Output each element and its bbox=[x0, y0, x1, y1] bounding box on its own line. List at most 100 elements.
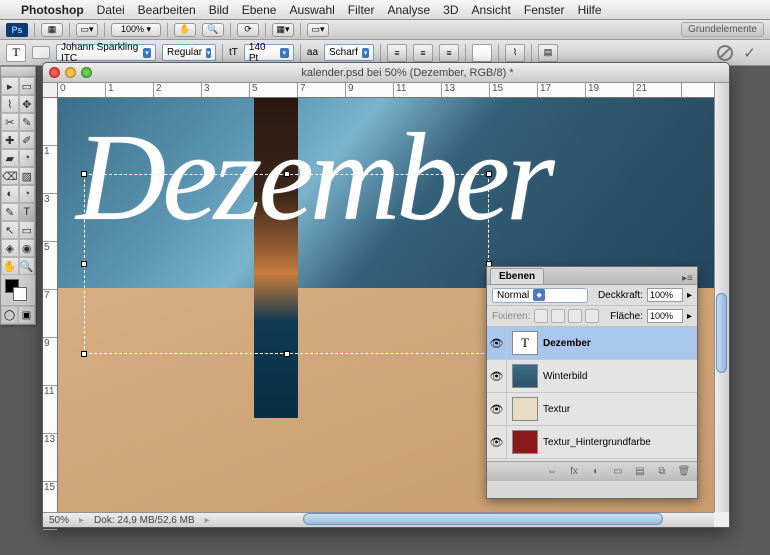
visibility-toggle-icon[interactable]: 👁 bbox=[487, 393, 507, 426]
menu-3d[interactable]: 3D bbox=[443, 3, 458, 17]
menu-auswahl[interactable]: Auswahl bbox=[289, 3, 334, 17]
fx-icon[interactable]: fx bbox=[567, 466, 581, 477]
new-layer-icon[interactable]: ⧉ bbox=[655, 466, 669, 477]
eyedropper-tool[interactable]: ✎ bbox=[19, 113, 35, 131]
lock-position-button[interactable] bbox=[568, 309, 582, 323]
vertical-scroll-thumb[interactable] bbox=[716, 293, 727, 373]
lock-transparency-button[interactable] bbox=[534, 309, 548, 323]
blur-tool[interactable]: ◐ bbox=[1, 185, 19, 203]
link-layers-icon[interactable]: ⇔ bbox=[545, 466, 559, 477]
visibility-toggle-icon[interactable]: 👁 bbox=[487, 426, 507, 459]
eraser-tool[interactable]: ⌫ bbox=[1, 167, 19, 185]
tools-panel-grip[interactable] bbox=[1, 67, 35, 77]
menu-bearbeiten[interactable]: Bearbeiten bbox=[138, 3, 196, 17]
visibility-toggle-icon[interactable]: 👁 bbox=[487, 360, 507, 393]
app-name[interactable]: Photoshop bbox=[21, 3, 84, 17]
marquee-tool[interactable]: ▭ bbox=[19, 77, 35, 95]
character-panel-button[interactable]: ▤ bbox=[538, 44, 558, 62]
transform-bounding-box[interactable] bbox=[84, 174, 489, 354]
cancel-edits-icon[interactable] bbox=[717, 45, 733, 61]
horizontal-scrollbar[interactable] bbox=[303, 513, 663, 525]
lock-pixels-button[interactable] bbox=[551, 309, 565, 323]
minimize-window-button[interactable] bbox=[65, 67, 76, 78]
rotate-view-button[interactable]: ⟳ bbox=[237, 23, 259, 37]
menu-hilfe[interactable]: Hilfe bbox=[578, 3, 602, 17]
zoom-level-select[interactable]: 100% ▾ bbox=[111, 23, 161, 37]
crop-tool[interactable]: ✂ bbox=[1, 113, 19, 131]
menu-analyse[interactable]: Analyse bbox=[387, 3, 430, 17]
layer-thumb[interactable] bbox=[512, 430, 538, 454]
vertical-ruler[interactable]: 13579111315 bbox=[43, 98, 58, 512]
zoom-tool-button[interactable]: 🔍 bbox=[202, 23, 224, 37]
antialias-select[interactable]: Scharf▾ bbox=[324, 44, 374, 61]
type-tool[interactable]: T bbox=[19, 203, 35, 221]
layer-thumb[interactable]: T bbox=[512, 331, 538, 355]
align-center-button[interactable]: ≡ bbox=[413, 44, 433, 62]
launch-bridge-button[interactable]: ▦ bbox=[41, 23, 63, 37]
lasso-tool[interactable]: ⌇ bbox=[1, 95, 19, 113]
delete-layer-icon[interactable]: 🗑 bbox=[677, 466, 691, 477]
dodge-tool[interactable]: ◔ bbox=[19, 185, 35, 203]
color-swatches[interactable] bbox=[1, 275, 35, 305]
layer-row[interactable]: 👁 T Dezember bbox=[487, 327, 697, 360]
text-orientation-button[interactable] bbox=[32, 46, 50, 59]
font-family-select[interactable]: Johann Sparkling ITC▾ bbox=[56, 44, 156, 61]
fill-input[interactable]: 100% bbox=[647, 309, 683, 323]
layer-name[interactable]: Textur_Hintergrundfarbe bbox=[543, 437, 651, 448]
layer-row[interactable]: 👁 Winterbild bbox=[487, 360, 697, 393]
tab-ebenen[interactable]: Ebenen bbox=[490, 268, 544, 284]
view-extras-button[interactable]: ▭▾ bbox=[76, 23, 98, 37]
zoom-window-button[interactable] bbox=[81, 67, 92, 78]
workspace-switcher[interactable]: Grundelemente bbox=[681, 22, 764, 37]
visibility-toggle-icon[interactable]: 👁 bbox=[487, 327, 507, 360]
menu-fenster[interactable]: Fenster bbox=[524, 3, 565, 17]
menu-datei[interactable]: Datei bbox=[97, 3, 125, 17]
doc-size-readout[interactable]: Dok: 24,9 MB/52,6 MB bbox=[94, 515, 195, 526]
ruler-origin[interactable] bbox=[43, 83, 58, 98]
blend-mode-select[interactable]: Normal◆ bbox=[492, 288, 588, 303]
font-size-select[interactable]: 140 Pt▾ bbox=[244, 44, 294, 61]
standard-mode-button[interactable]: ◯ bbox=[1, 306, 18, 324]
document-titlebar[interactable]: kalender.psd bei 50% (Dezember, RGB/8) * bbox=[43, 63, 729, 83]
menu-filter[interactable]: Filter bbox=[348, 3, 375, 17]
healing-tool[interactable]: ✚ bbox=[1, 131, 19, 149]
menu-ansicht[interactable]: Ansicht bbox=[472, 3, 511, 17]
panel-menu-icon[interactable]: ▸≡ bbox=[682, 273, 693, 284]
history-brush-tool[interactable]: ◔ bbox=[19, 149, 35, 167]
lock-all-button[interactable] bbox=[585, 309, 599, 323]
3d-tool[interactable]: ◈ bbox=[1, 239, 19, 257]
ps-logo-icon[interactable]: Ps bbox=[6, 23, 28, 37]
3d-camera-tool[interactable]: ◉ bbox=[19, 239, 35, 257]
vertical-scrollbar[interactable] bbox=[714, 83, 729, 512]
quick-select-tool[interactable]: ✥ bbox=[19, 95, 35, 113]
layer-name[interactable]: Dezember bbox=[543, 338, 591, 349]
screen-mode-button[interactable]: ▭▾ bbox=[307, 23, 329, 37]
align-right-button[interactable]: ≡ bbox=[439, 44, 459, 62]
hand-tool[interactable]: ✋ bbox=[1, 257, 19, 275]
zoom-readout[interactable]: 50% bbox=[49, 515, 69, 526]
pen-tool[interactable]: ✎ bbox=[1, 203, 19, 221]
background-color[interactable] bbox=[13, 287, 27, 301]
quickmask-mode-button[interactable]: ▣ bbox=[18, 306, 35, 324]
font-style-select[interactable]: Regular▾ bbox=[162, 44, 216, 61]
stamp-tool[interactable]: ▰ bbox=[1, 149, 19, 167]
path-select-tool[interactable]: ↖ bbox=[1, 221, 19, 239]
close-window-button[interactable] bbox=[49, 67, 60, 78]
group-icon[interactable]: ▤ bbox=[633, 466, 647, 477]
mask-icon[interactable]: ◐ bbox=[589, 466, 603, 477]
tool-preset-button[interactable]: T bbox=[6, 44, 26, 62]
align-left-button[interactable]: ≡ bbox=[387, 44, 407, 62]
layer-thumb[interactable] bbox=[512, 364, 538, 388]
hand-tool-button[interactable]: ✋ bbox=[174, 23, 196, 37]
layer-name[interactable]: Winterbild bbox=[543, 371, 587, 382]
layer-row[interactable]: 👁 Textur bbox=[487, 393, 697, 426]
horizontal-ruler[interactable]: 0123579111315171921 bbox=[58, 83, 714, 98]
text-color-swatch[interactable] bbox=[472, 44, 492, 62]
warp-text-button[interactable]: ⌇ bbox=[505, 44, 525, 62]
commit-edits-icon[interactable]: ✓ bbox=[743, 44, 756, 62]
brush-tool[interactable]: ✐ bbox=[19, 131, 35, 149]
zoom-tool[interactable]: 🔍 bbox=[19, 257, 35, 275]
shape-tool[interactable]: ▭ bbox=[19, 221, 35, 239]
menu-bild[interactable]: Bild bbox=[209, 3, 229, 17]
layer-name[interactable]: Textur bbox=[543, 404, 570, 415]
